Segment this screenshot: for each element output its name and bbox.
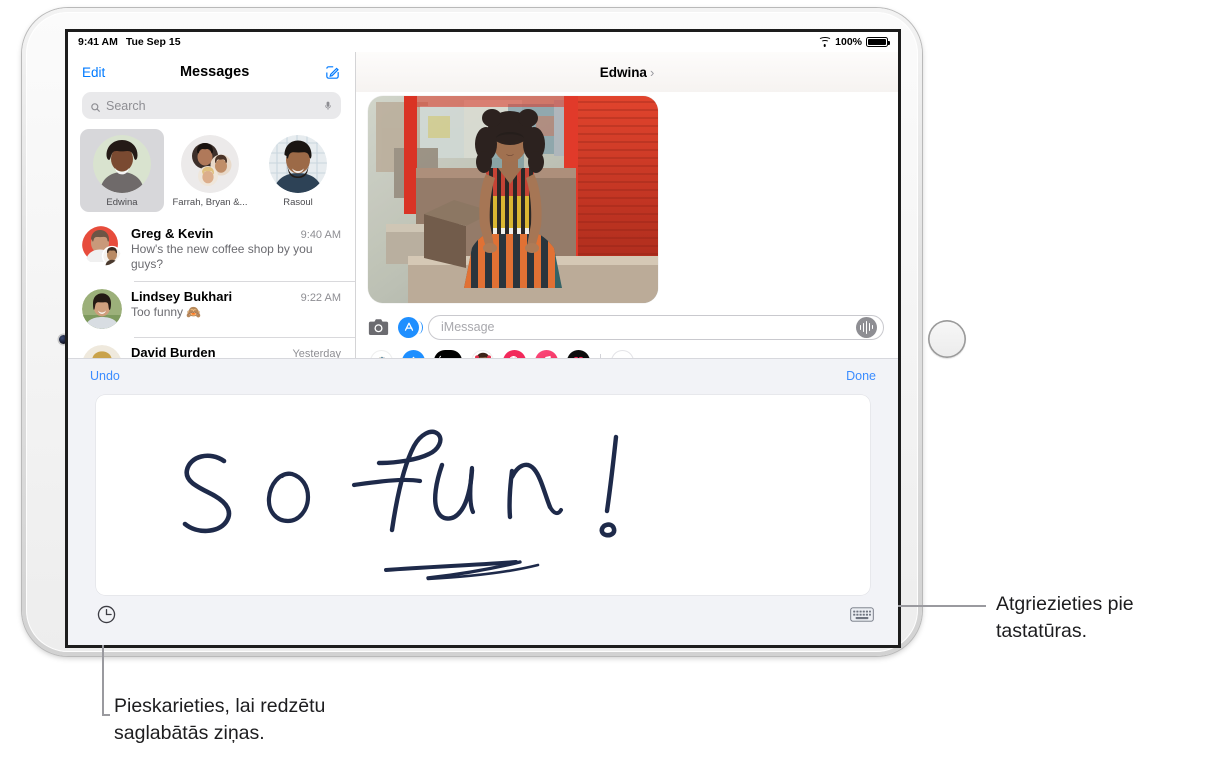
conversation-preview: Too funny 🙈 — [131, 304, 202, 319]
status-time: 9:41 AM — [78, 36, 118, 48]
done-button[interactable]: Done — [846, 369, 876, 383]
callout-recents-line2: saglabātās ziņas. — [114, 721, 265, 744]
conversation-row-body: Greg & Kevin 9:40 AM How's the new coffe… — [131, 226, 341, 273]
avatar — [269, 135, 327, 193]
photo-message-bubble[interactable] — [368, 96, 658, 303]
callout-recents-line1: Pieskarieties, lai redzētu — [114, 695, 326, 717]
search-icon — [90, 100, 101, 113]
callout-recents-text: Pieskarieties, lai redzētu saglabātās zi… — [114, 693, 534, 747]
avatar — [93, 135, 151, 193]
photo-message-image — [368, 96, 658, 303]
battery-percent: 100% — [835, 36, 862, 48]
conversation-time: 9:22 AM — [300, 291, 341, 304]
callout-keyboard-line2: tastatūras. — [996, 619, 1088, 642]
status-bar-left: 9:41 AM Tue Sep 15 — [78, 36, 181, 48]
front-camera-icon — [59, 335, 68, 344]
home-button[interactable] — [928, 320, 966, 358]
avatar — [82, 226, 122, 266]
conversation-name: Greg & Kevin — [131, 226, 214, 241]
page-title: Messages — [179, 64, 250, 80]
conversation-row-top: Greg & Kevin 9:40 AM — [131, 226, 341, 241]
ipad-screen: 9:41 AM Tue Sep 15 100% Edit Messages Se… — [68, 32, 898, 645]
conversation-row-lindsey-bukhari[interactable]: Lindsey Bukhari 9:22 AM Too funny 🙈 — [68, 280, 355, 337]
handwriting-toolbar: Undo Done — [68, 359, 898, 393]
callout-recents-line-horz — [102, 714, 110, 716]
pinned-item-edwina[interactable]: Edwina — [80, 129, 164, 212]
chevron-right-icon[interactable]: › — [650, 65, 654, 80]
search-placeholder: Search — [106, 98, 146, 113]
callout-keyboard-text: Atgriezieties pie tastatūras. — [996, 591, 1211, 645]
pinned-item-group[interactable]: Farrah, Bryan &... — [168, 129, 252, 212]
wifi-icon — [818, 37, 832, 47]
handwriting-sheet: Undo Done — [68, 358, 898, 645]
pinned-item-label: Farrah, Bryan &... — [172, 197, 248, 208]
ipad-device-frame: 9:41 AM Tue Sep 15 100% Edit Messages Se… — [22, 8, 966, 656]
conversation-title: Edwina — [599, 64, 647, 80]
battery-full-icon — [866, 37, 891, 47]
clock-icon[interactable] — [96, 604, 117, 625]
status-bar-right: 100% — [818, 36, 891, 48]
handwriting-strokes — [182, 429, 619, 581]
undo-button[interactable]: Undo — [90, 369, 120, 383]
sidebar-header: Edit Messages — [68, 52, 355, 92]
search-input[interactable]: Search — [82, 92, 341, 119]
avatar — [82, 288, 122, 329]
compose-icon[interactable] — [324, 64, 341, 81]
conversation-row-body: Lindsey Bukhari 9:22 AM Too funny 🙈 — [131, 289, 341, 329]
search-field-wrapper: Search — [68, 92, 355, 127]
screenshot-root: 9:41 AM Tue Sep 15 100% Edit Messages Se… — [0, 0, 1216, 763]
avatar — [181, 135, 239, 193]
conversation-header[interactable]: Edwina › — [356, 52, 898, 92]
conversation-time: 9:40 AM — [300, 229, 341, 241]
microphone-icon[interactable] — [323, 99, 333, 113]
imessage-placeholder: iMessage — [441, 320, 495, 334]
keyboard-icon[interactable] — [850, 606, 874, 623]
status-date: Tue Sep 15 — [125, 36, 181, 48]
pinned-item-rasoul[interactable]: Rasoul — [256, 129, 340, 212]
conversation-row-greg-kevin[interactable]: Greg & Kevin 9:40 AM How's the new coffe… — [68, 218, 355, 281]
pinned-item-label: Rasoul — [283, 197, 313, 208]
audio-message-icon[interactable] — [856, 316, 877, 338]
conversation-preview: How's the new coffee shop by you guys? — [131, 242, 313, 272]
camera-icon[interactable] — [368, 318, 389, 336]
callout-keyboard-line1: Atgriezieties pie — [996, 593, 1134, 615]
handwriting-written-text: So fun! — [0, 0, 1, 1]
app-store-icon[interactable] — [398, 316, 423, 338]
conversation-row-top: Lindsey Bukhari 9:22 AM — [131, 289, 341, 304]
imessage-input[interactable]: iMessage — [428, 314, 884, 340]
pinned-conversations: Edwina Farrah, Bryan &... Rasoul — [68, 127, 355, 218]
message-input-bar: iMessage — [356, 310, 898, 344]
conversation-name: Lindsey Bukhari — [131, 288, 233, 304]
status-bar: 9:41 AM Tue Sep 15 100% — [68, 32, 898, 52]
edit-button[interactable]: Edit — [82, 65, 105, 80]
pinned-item-label: Edwina — [106, 197, 138, 208]
handwriting-canvas[interactable] — [96, 395, 870, 595]
handwriting-footer — [68, 594, 898, 645]
